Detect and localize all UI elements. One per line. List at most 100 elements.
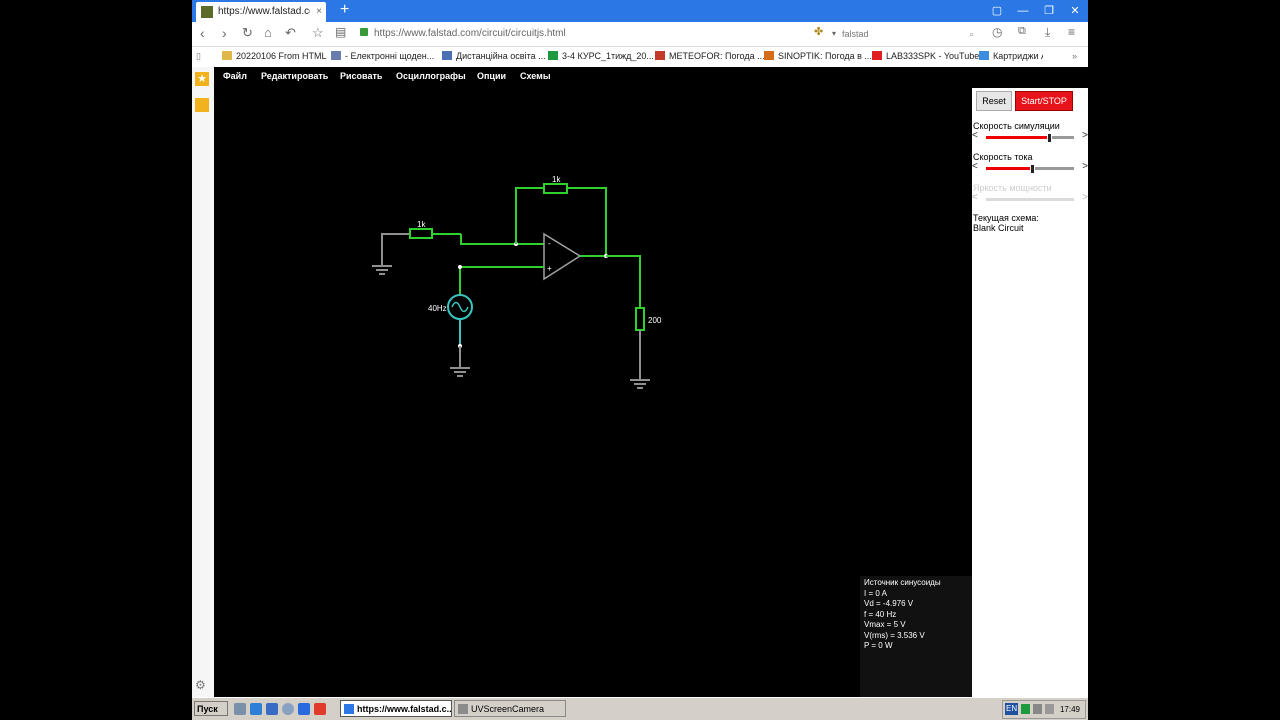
bookmark-5[interactable]: METEOFOR: Погода ...: [655, 51, 765, 61]
search-box[interactable]: falstad ⌕: [842, 24, 978, 44]
settings-gear-icon[interactable]: ⚙: [195, 678, 206, 692]
op-amp[interactable]: [543, 232, 606, 281]
info-line: Источник синусоиды: [864, 578, 941, 587]
taskbar-item-browser[interactable]: https://www.falstad.c...: [340, 700, 452, 717]
volume-icon[interactable]: [1045, 704, 1054, 714]
favorites-star-icon[interactable]: ★: [195, 72, 209, 86]
input-resistor[interactable]: [409, 228, 461, 239]
minimize-icon[interactable]: —: [1010, 0, 1036, 22]
menu-file[interactable]: Файл: [223, 71, 247, 81]
bookmark-2[interactable]: - Електронні щоден...: [331, 51, 434, 61]
home-icon[interactable]: ⌂: [264, 25, 272, 40]
menu-draw[interactable]: Рисовать: [340, 71, 382, 81]
bookmark-3[interactable]: Дистанційна освіта ...: [442, 51, 546, 61]
forward-icon[interactable]: ›: [222, 25, 227, 41]
info-line: Vd = -4.976 V: [864, 599, 914, 608]
bookmark-1[interactable]: 20220106 From HTML: [222, 51, 327, 61]
undo-icon[interactable]: ↶: [285, 25, 296, 41]
slider-knob[interactable]: [1047, 133, 1052, 143]
current-circuit-label: Текущая схема:: [973, 213, 1039, 223]
menu-scopes[interactable]: Осциллографы: [396, 71, 466, 81]
quicklaunch-tool-icon[interactable]: [234, 703, 246, 715]
quicklaunch-app-icon[interactable]: [266, 703, 278, 715]
start-stop-button[interactable]: Start/STOP: [1015, 91, 1073, 111]
bookmark-6[interactable]: SINOPTIK: Погода в ...: [764, 51, 872, 61]
quicklaunch-ie-icon[interactable]: [250, 703, 262, 715]
feedback-wire[interactable]: [515, 187, 544, 244]
quicklaunch-browser-icon[interactable]: [282, 703, 294, 715]
menu-circuits[interactable]: Схемы: [520, 71, 551, 81]
bookmark-star-icon[interactable]: ☆: [312, 25, 324, 41]
screenshot-icon[interactable]: ⧉: [1018, 25, 1026, 38]
current-speed-label: Скорость тока: [973, 152, 1033, 162]
folder-icon: [222, 51, 232, 60]
start-button[interactable]: Пуск: [194, 701, 228, 716]
bookmark-4[interactable]: 3-4 КУРС_1тижд_20...: [548, 51, 654, 61]
title-bar: https://www.falstad.com/c × + ▢ — ❐ ✕: [192, 0, 1088, 22]
search-icon[interactable]: ⌕: [969, 24, 974, 44]
system-tray: EN 17:49: [1002, 700, 1086, 719]
slider-knob[interactable]: [1030, 164, 1035, 174]
search-input[interactable]: falstad: [842, 29, 869, 39]
reset-button[interactable]: Reset: [976, 91, 1012, 111]
tab-close-icon[interactable]: ×: [316, 2, 322, 22]
slider-left-arrow-icon[interactable]: <: [972, 130, 978, 141]
extension-dropdown-icon[interactable]: ▾: [832, 29, 836, 38]
menu-icon[interactable]: ≡: [1068, 25, 1075, 39]
menu-edit[interactable]: Редактировать: [261, 71, 328, 81]
circuit-canvas[interactable]: 1k 1k - + 200 40Hz: [214, 88, 972, 697]
maximize-icon[interactable]: ❐: [1036, 0, 1062, 22]
browser-tab[interactable]: https://www.falstad.com/c ×: [196, 2, 326, 22]
menu-options[interactable]: Опции: [477, 71, 506, 81]
load-resistor[interactable]: [630, 307, 650, 389]
info-line: P = 0 W: [864, 641, 893, 650]
slider-left-arrow-icon[interactable]: <: [972, 161, 978, 172]
sine-source[interactable]: [447, 294, 473, 377]
browser-icon: [344, 704, 354, 714]
language-indicator[interactable]: EN: [1005, 703, 1019, 715]
app-menu-bar: Файл Редактировать Рисовать Осциллографы…: [214, 67, 1088, 88]
noninverting-input-wire[interactable]: [459, 266, 544, 295]
power-brightness-slider: < >: [972, 192, 1088, 205]
sim-speed-label: Скорость симуляции: [973, 121, 1060, 131]
bookmark-7[interactable]: LAB333SPK - YouTube: [872, 51, 979, 61]
sheets-icon: [548, 51, 558, 60]
sim-speed-slider[interactable]: < >: [972, 130, 1088, 143]
quicklaunch-yandex-icon[interactable]: [314, 703, 326, 715]
power-brightness-label: Яркость мощности: [973, 183, 1052, 193]
current-speed-slider[interactable]: < >: [972, 161, 1088, 174]
taskbar-item-uvscreencamera[interactable]: UVScreenCamera: [454, 700, 566, 717]
tab-title: https://www.falstad.com/c: [218, 6, 310, 17]
more-bookmarks-icon[interactable]: »: [1072, 51, 1077, 61]
sidebar-toggle-icon[interactable]: ▢: [984, 0, 1010, 22]
shield-icon[interactable]: [1021, 704, 1030, 714]
clock: 17:49: [1059, 705, 1080, 714]
quicklaunch-chat-icon[interactable]: [298, 703, 310, 715]
slider-right-arrow-icon[interactable]: >: [1082, 161, 1088, 172]
download-icon[interactable]: ⤓: [1045, 25, 1050, 40]
reload-icon[interactable]: ↻: [242, 25, 253, 41]
back-icon[interactable]: ‹: [200, 25, 205, 41]
extension-icon[interactable]: ✤: [814, 25, 823, 38]
network-icon[interactable]: [1033, 704, 1042, 714]
taskbar: Пуск https://www.falstad.c... UVScreenCa…: [192, 697, 1088, 720]
inverting-input-wire[interactable]: [460, 234, 544, 245]
source-label: 40Hz: [428, 304, 447, 313]
address-bar[interactable]: https://www.falstad.com/circuit/circuitj…: [360, 24, 810, 44]
url-text: https://www.falstad.com/circuit/circuitj…: [374, 28, 566, 39]
info-line: I = 0 A: [864, 588, 887, 598]
bookmark-8[interactable]: Картриджи А: [979, 51, 1043, 61]
new-tab-icon[interactable]: +: [340, 1, 349, 19]
source-node: [458, 265, 462, 269]
sinoptik-icon: [764, 51, 774, 60]
notes-icon[interactable]: [195, 98, 209, 112]
input-ground[interactable]: [372, 233, 410, 275]
close-window-icon[interactable]: ✕: [1062, 0, 1088, 22]
bookmarks-menu-icon[interactable]: ▯: [196, 51, 201, 62]
history-icon[interactable]: ◷: [992, 25, 1002, 39]
output-wire[interactable]: [606, 255, 641, 308]
reader-icon[interactable]: ▤: [335, 25, 346, 39]
feedback-resistor[interactable]: [543, 183, 607, 256]
slider-right-arrow-icon[interactable]: >: [1082, 130, 1088, 141]
meteofor-icon: [655, 51, 665, 60]
